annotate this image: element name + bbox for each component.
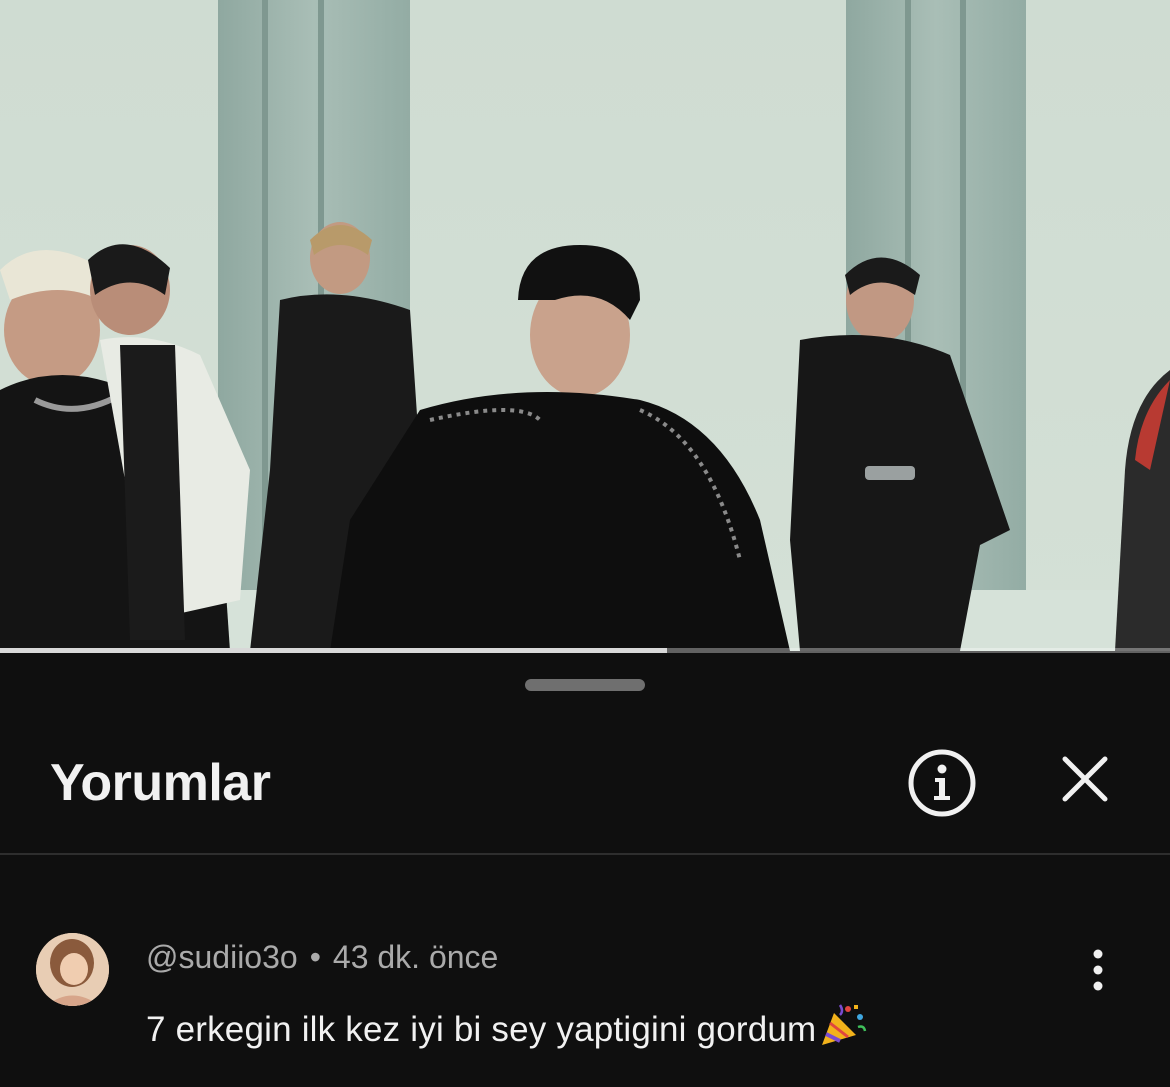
party-popper-icon	[818, 1001, 868, 1056]
more-vert-icon	[1093, 949, 1103, 991]
close-icon	[1062, 756, 1108, 802]
panel-title: Yorumlar	[50, 754, 271, 812]
comment-meta: @sudiio3o • 43 dk. önce	[146, 939, 498, 976]
comment-item: @sudiio3o • 43 dk. önce 7 erkegin ilk kez …	[0, 923, 1170, 1063]
avatar-image	[36, 933, 109, 1006]
comment-more-button[interactable]	[1080, 943, 1116, 997]
comment-time: 43 dk. önce	[332, 939, 499, 975]
video-player[interactable]	[0, 0, 1170, 651]
drag-handle[interactable]	[525, 679, 645, 691]
info-button[interactable]	[906, 747, 978, 819]
comment-body: 7 erkegin ilk kez iyi bi sey yaptigini g…	[146, 1001, 868, 1056]
video-frame	[0, 0, 1170, 651]
comment-username[interactable]: @sudiio3o	[146, 939, 298, 975]
comments-panel: Yorumlar @sudiio3o • 43 dk. önce 7 erkegin	[0, 653, 1170, 1087]
meta-separator: •	[309, 939, 321, 975]
close-button[interactable]	[1055, 749, 1115, 809]
avatar[interactable]	[36, 933, 109, 1006]
header-divider	[0, 853, 1170, 855]
comment-text: 7 erkegin ilk kez iyi bi sey yaptigini g…	[146, 1010, 817, 1049]
info-circle-icon	[908, 749, 976, 817]
